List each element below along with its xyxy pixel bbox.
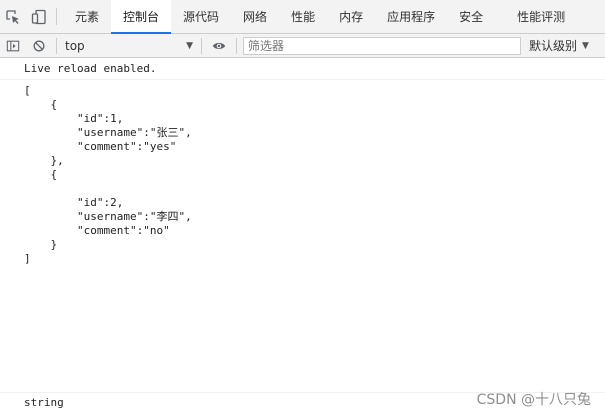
toolbar-separator [201, 37, 202, 54]
tab-separator [56, 8, 57, 25]
tab-application[interactable]: 应用程序 [375, 0, 447, 33]
live-expression-eye-icon[interactable] [206, 34, 232, 58]
devtools-window: 元素 控制台 源代码 网络 性能 内存 应用程序 安全 性能评测 top ▼ 筛… [0, 0, 605, 417]
csdn-watermark: CSDN @十八只兔 [476, 392, 591, 408]
log-levels-dropdown[interactable]: 默认级别 ▼ [529, 37, 589, 54]
console-messages: Live reload enabled. [ { "id":1, "userna… [0, 59, 605, 417]
log-levels-label: 默认级别 [529, 39, 578, 53]
js-context-select[interactable]: top ▼ [61, 36, 197, 56]
tab-performance[interactable]: 性能 [279, 0, 327, 33]
console-message-live-reload: Live reload enabled. [0, 59, 605, 80]
console-message-json-output: [ { "id":1, "username":"张三", "comment":"… [24, 84, 192, 265]
show-sidebar-icon[interactable] [0, 34, 26, 58]
tab-network[interactable]: 网络 [231, 0, 279, 33]
device-toolbar-icon[interactable] [26, 0, 52, 33]
context-value: top [65, 38, 85, 53]
tab-elements[interactable]: 元素 [63, 0, 111, 33]
tab-memory[interactable]: 内存 [327, 0, 375, 33]
tab-console[interactable]: 控制台 [111, 0, 172, 34]
inspect-element-icon[interactable] [0, 0, 26, 33]
chevron-down-icon: ▼ [582, 40, 589, 51]
console-toolbar: top ▼ 默认级别 ▼ [0, 34, 605, 58]
panel-tab-bar: 元素 控制台 源代码 网络 性能 内存 应用程序 安全 性能评测 [0, 0, 605, 34]
chevron-down-icon: ▼ [186, 40, 193, 51]
tab-sources[interactable]: 源代码 [171, 0, 231, 33]
toolbar-separator [56, 37, 57, 54]
clear-console-icon[interactable] [26, 34, 52, 58]
tab-security[interactable]: 安全 [447, 0, 495, 33]
toolbar-separator [236, 37, 237, 54]
tab-lighthouse[interactable]: 性能评测 [495, 0, 577, 33]
filter-input[interactable] [243, 36, 521, 55]
